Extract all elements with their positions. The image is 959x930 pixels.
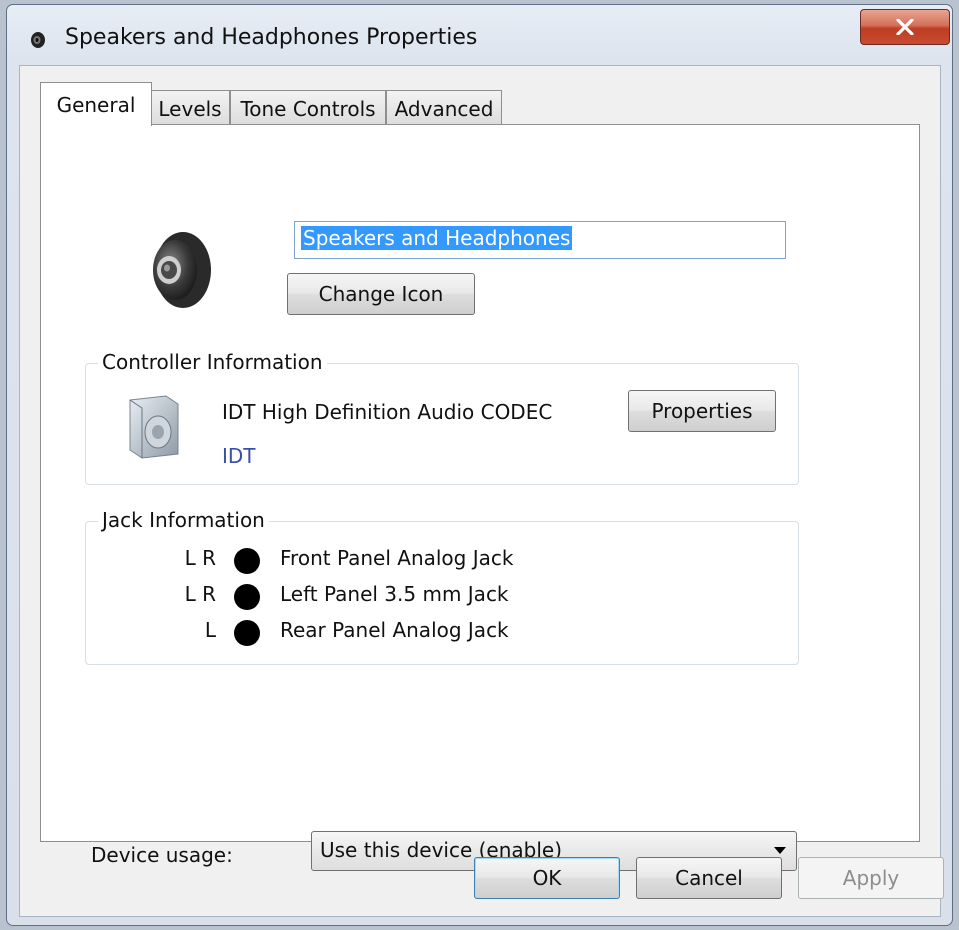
jack-color-indicator — [234, 548, 260, 574]
properties-dialog: Speakers and Headphones Properties Gener… — [6, 4, 953, 926]
speaker-icon — [31, 32, 45, 48]
jack-row: L Rear Panel Analog Jack — [86, 616, 786, 648]
jack-color-indicator — [234, 620, 260, 646]
controller-vendor-link[interactable]: IDT — [222, 444, 256, 468]
close-button[interactable] — [860, 9, 950, 45]
tab-general[interactable]: General — [40, 82, 152, 126]
tab-levels[interactable]: Levels — [150, 90, 230, 126]
device-name-input[interactable]: Speakers and Headphones — [294, 221, 786, 259]
dialog-client-area: General Levels Tone Controls Advanced Sp… — [19, 65, 944, 917]
device-name-text: Speakers and Headphones — [301, 226, 573, 250]
controller-name: IDT High Definition Audio CODEC — [222, 400, 553, 424]
device-usage-label: Device usage: — [91, 843, 233, 867]
ok-button[interactable]: OK — [474, 857, 620, 899]
dropdown-arrow-icon — [774, 847, 786, 854]
audio-device-icon — [129, 395, 179, 459]
jack-label: Left Panel 3.5 mm Jack — [280, 582, 509, 606]
controller-properties-button[interactable]: Properties — [628, 390, 776, 432]
jack-information-legend: Jack Information — [98, 508, 269, 532]
jack-channels: L — [204, 618, 216, 642]
jack-label: Rear Panel Analog Jack — [280, 618, 509, 642]
jack-label: Front Panel Analog Jack — [280, 546, 514, 570]
controller-information-legend: Controller Information — [98, 350, 327, 374]
jack-row: L R Front Panel Analog Jack — [86, 544, 786, 576]
jack-channels: L R — [184, 582, 216, 606]
tab-tone-controls[interactable]: Tone Controls — [230, 90, 386, 126]
close-icon — [896, 19, 914, 35]
general-tab-panel: Speakers and Headphones Change Icon Cont… — [40, 124, 920, 871]
jack-row: L R Left Panel 3.5 mm Jack — [86, 580, 786, 612]
cancel-button[interactable]: Cancel — [636, 857, 782, 899]
tab-advanced[interactable]: Advanced — [386, 90, 502, 126]
jack-color-indicator — [234, 584, 260, 610]
jack-information-group: Jack Information L R Front Panel Analog … — [85, 508, 799, 665]
window-title: Speakers and Headphones Properties — [65, 25, 478, 50]
speaker-icon — [153, 232, 211, 308]
apply-button[interactable]: Apply — [798, 857, 944, 899]
jack-channels: L R — [184, 546, 216, 570]
controller-information-group: Controller Information IDT High Definiti… — [85, 350, 799, 485]
change-icon-button[interactable]: Change Icon — [287, 273, 475, 315]
